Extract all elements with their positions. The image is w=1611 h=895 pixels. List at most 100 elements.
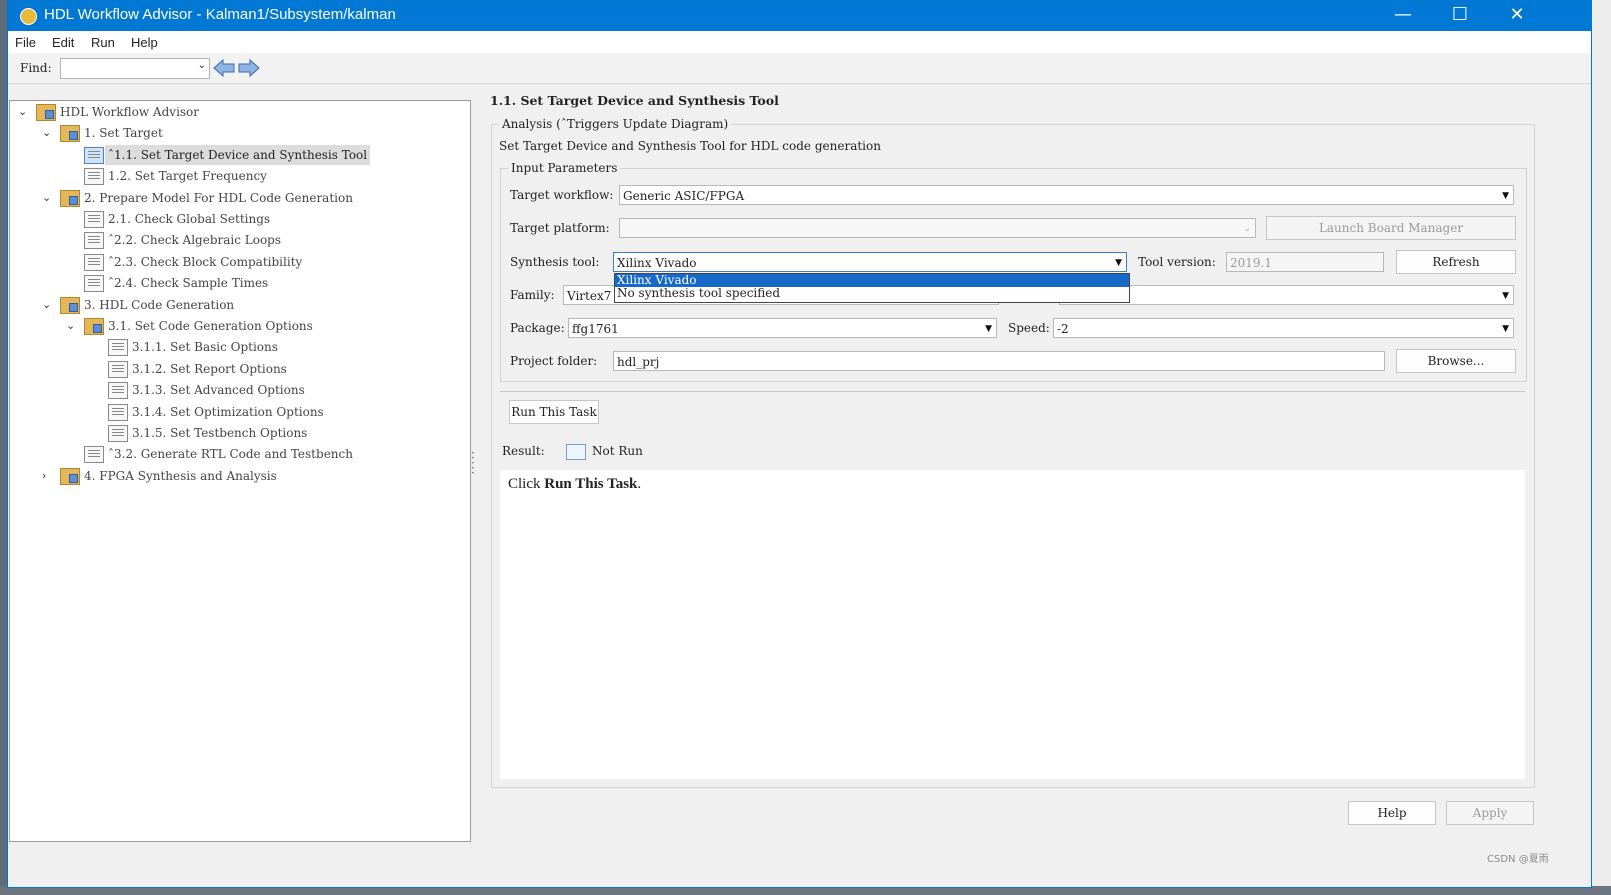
package-value: ffg1761: [572, 322, 619, 336]
synthesis-tool-dropdown-list: Xilinx Vivado No synthesis tool specifie…: [614, 273, 1130, 303]
watermark-text: CSDN @夏雨: [1487, 854, 1549, 865]
result-label: Result:: [502, 444, 545, 458]
tree-item-label: 4. FPGA Synthesis and Analysis: [84, 468, 277, 483]
folder-icon: [60, 189, 80, 207]
folder-icon: [84, 318, 104, 335]
expand-toggle-icon[interactable]: ⌄: [42, 295, 54, 315]
expand-toggle-icon[interactable]: ⌄: [42, 123, 54, 143]
apply-button[interactable]: Apply: [1446, 801, 1534, 825]
result-message-link: Run This Task: [544, 476, 638, 492]
target-workflow-label: Target workflow:: [510, 188, 614, 202]
find-combobox[interactable]: ⌄: [60, 58, 210, 79]
analysis-legend: Analysis (ˆTriggers Update Diagram): [499, 117, 732, 131]
folder-icon: [60, 467, 80, 485]
family-value: Virtex7: [567, 289, 612, 303]
target-workflow-select[interactable]: Generic ASIC/FPGA ▼: [619, 185, 1514, 205]
target-platform-select[interactable]: ⌄: [619, 218, 1256, 238]
separator: [500, 391, 1525, 392]
folder-icon: [60, 296, 80, 314]
menu-bar: File Edit Run Help: [8, 31, 1591, 53]
task-icon: [108, 382, 128, 400]
result-message: Click Run This Task.: [508, 476, 641, 493]
task-description: Set Target Device and Synthesis Tool for…: [499, 139, 881, 153]
menu-edit[interactable]: Edit: [52, 35, 74, 50]
task-tree-pane: ⌄ HDL Workflow Advisor ⌄ 1. Set Target ˆ1.1.…: [9, 100, 471, 842]
back-arrow-icon[interactable]: [213, 59, 235, 77]
tree-item-label: 2.1. Check Global Settings: [108, 212, 271, 226]
task-icon: [108, 403, 128, 421]
matlab-app-icon: [20, 8, 37, 25]
task-icon: [84, 146, 104, 164]
dropdown-arrow-icon: ▼: [985, 324, 992, 334]
expand-toggle-icon[interactable]: ›: [42, 466, 54, 486]
task-icon: [84, 446, 104, 464]
dropdown-arrow-icon: ▼: [1115, 258, 1122, 268]
tree-item-label: ˆ2.4. Check Sample Times: [108, 276, 269, 291]
task-icon: [84, 232, 104, 250]
synthesis-tool-select[interactable]: Xilinx Vivado ▼: [613, 252, 1127, 272]
project-folder-field[interactable]: hdl_prj: [613, 351, 1385, 371]
maximize-button[interactable]: ☐: [1432, 1, 1488, 31]
result-message-suffix: .: [637, 476, 642, 492]
help-button[interactable]: Help: [1348, 801, 1436, 825]
pane-splitter[interactable]: · · · · ·: [471, 447, 475, 479]
expand-toggle-icon[interactable]: ⌄: [18, 102, 30, 122]
task-icon: [108, 425, 128, 442]
tree-item-label: 1. Set Target: [84, 126, 163, 141]
tree-item-label: ˆ2.2. Check Algebraic Loops: [108, 233, 282, 248]
task-icon: [108, 339, 128, 357]
tree-item-label: 3.1. Set Code Generation Options: [108, 319, 313, 333]
task-icon: [108, 360, 128, 378]
tree-item-label: 1.2. Set Target Frequency: [108, 169, 267, 184]
background-desktop: [1590, 0, 1611, 895]
input-parameters-legend: Input Parameters: [508, 161, 621, 175]
browse-button[interactable]: Browse...: [1396, 349, 1516, 373]
minimize-button[interactable]: —: [1375, 1, 1431, 31]
speed-value: -2: [1057, 322, 1069, 336]
project-folder-label: Project folder:: [510, 354, 598, 368]
tool-version-label: Tool version:: [1138, 255, 1216, 269]
chevron-down-icon: ⌄: [197, 60, 206, 71]
tree-item-label: ˆ1.1. Set Target Device and Synthesis To…: [105, 144, 371, 165]
dropdown-arrow-icon: ▼: [1502, 291, 1509, 301]
close-button[interactable]: ✕: [1489, 1, 1545, 31]
window-title: HDL Workflow Advisor - Kalman1/Subsystem…: [44, 6, 396, 23]
menu-run[interactable]: Run: [91, 35, 115, 50]
menu-file[interactable]: File: [15, 35, 36, 50]
refresh-button[interactable]: Refresh: [1396, 250, 1516, 274]
result-message-prefix: Click: [508, 476, 545, 492]
tree-item-label: 3.1.4. Set Optimization Options: [132, 404, 324, 419]
package-select[interactable]: ffg1761 ▼: [568, 318, 997, 338]
folder-icon: [60, 125, 80, 143]
forward-arrow-icon[interactable]: [238, 59, 260, 77]
tree-item-label: 3.1.2. Set Report Options: [132, 361, 287, 376]
toolbar: Find: ⌄: [8, 53, 1591, 84]
result-html-pane: Click Run This Task.: [500, 470, 1525, 779]
launch-board-manager-button[interactable]: Launch Board Manager: [1266, 216, 1516, 240]
dropdown-arrow-icon: ▼: [1502, 324, 1509, 334]
expand-toggle-icon[interactable]: ⌄: [42, 188, 54, 208]
speed-select[interactable]: -2 ▼: [1053, 318, 1514, 338]
menu-help[interactable]: Help: [131, 35, 158, 50]
tree-item-label: ˆ2.3. Check Block Compatibility: [108, 254, 303, 269]
tree-item-label: HDL Workflow Advisor: [60, 105, 200, 119]
tree-item-label: 3.1.3. Set Advanced Options: [132, 383, 305, 398]
run-this-task-button[interactable]: Run This Task: [509, 400, 599, 424]
target-workflow-value: Generic ASIC/FPGA: [623, 189, 745, 203]
result-value: Not Run: [592, 444, 643, 458]
tree-item-label: 3.1.5. Set Testbench Options: [132, 426, 308, 440]
tree-item-label: 3.1.1. Set Basic Options: [132, 340, 278, 355]
title-bar: HDL Workflow Advisor - Kalman1/Subsystem…: [8, 1, 1591, 31]
expand-toggle-icon[interactable]: ⌄: [66, 316, 78, 336]
target-platform-label: Target platform:: [510, 221, 610, 235]
tree-item-label: 2. Prepare Model For HDL Code Generation: [84, 190, 353, 205]
task-icon: [84, 253, 104, 271]
task-title: 1.1. Set Target Device and Synthesis Too…: [490, 93, 779, 108]
tool-version-field[interactable]: 2019.1: [1226, 252, 1384, 272]
synthesis-tool-label: Synthesis tool:: [510, 255, 600, 269]
dropdown-arrow-icon: ▼: [1502, 191, 1509, 201]
dropdown-option-no-synthesis-tool[interactable]: No synthesis tool specified: [615, 287, 1129, 300]
task-status-icon: [566, 444, 586, 460]
tree-item-label: ˆ3.2. Generate RTL Code and Testbench: [108, 447, 353, 462]
task-icon: [84, 168, 104, 186]
